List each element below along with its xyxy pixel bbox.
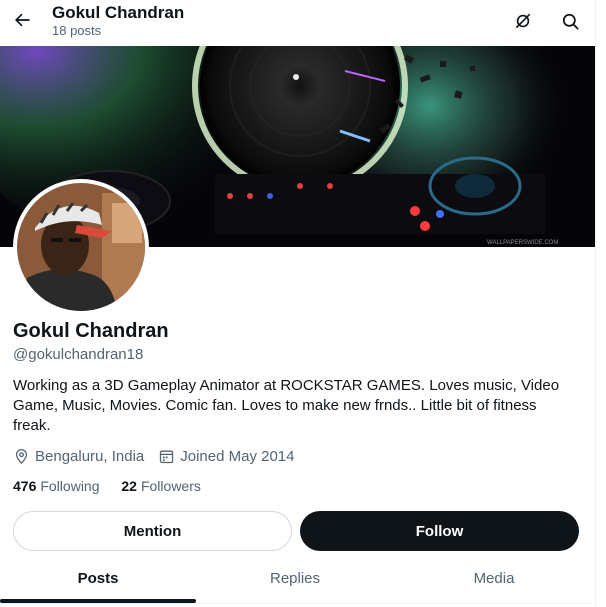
profile-tabs: Posts Replies Media [0, 555, 596, 607]
tab-posts[interactable]: Posts [0, 555, 196, 601]
grok-icon [515, 13, 531, 29]
followers-count: 22 [121, 478, 137, 494]
post-count: 18 posts [52, 23, 102, 38]
tabs-divider [0, 603, 596, 604]
profile-name: Gokul Chandran [13, 320, 169, 342]
back-arrow-icon [15, 13, 30, 27]
profile-avatar[interactable] [13, 179, 149, 315]
joined-text: Joined May 2014 [180, 448, 295, 465]
joined-date: Joined May 2014 [158, 448, 295, 465]
following-label: Following [40, 478, 100, 494]
followers-link[interactable]: 22 Followers [121, 478, 200, 494]
followers-label: Followers [140, 478, 201, 494]
calendar-icon [160, 450, 174, 464]
profile-header: Gokul Chandran 18 posts [0, 0, 596, 46]
follow-stats: 476 Following 22 Followers [13, 478, 219, 494]
banner-watermark: WALLPAPERSWIDE.COM [487, 240, 558, 246]
tab-media[interactable]: Media [394, 555, 594, 601]
search-button[interactable] [555, 6, 585, 36]
location: Bengaluru, India [13, 448, 144, 465]
following-count: 476 [13, 478, 37, 494]
following-link[interactable]: 476 Following [13, 478, 100, 494]
follow-button[interactable]: Follow [300, 511, 579, 551]
profile-bio: Working as a 3D Gameplay Animator at ROC… [13, 377, 560, 434]
search-icon [562, 13, 578, 29]
mention-button[interactable]: Mention [13, 511, 292, 551]
location-text: Bengaluru, India [35, 448, 145, 465]
profile-handle: @gokulchandran18 [13, 346, 144, 363]
grok-button[interactable] [508, 6, 538, 36]
avatar-image [17, 183, 145, 311]
location-pin-icon [15, 449, 28, 465]
back-button[interactable] [8, 6, 36, 34]
header-title: Gokul Chandran [52, 3, 185, 22]
tab-replies[interactable]: Replies [196, 555, 394, 601]
profile-meta: Bengaluru, India Joined May 2014 [13, 448, 309, 465]
scrollbar-gutter [595, 0, 606, 607]
